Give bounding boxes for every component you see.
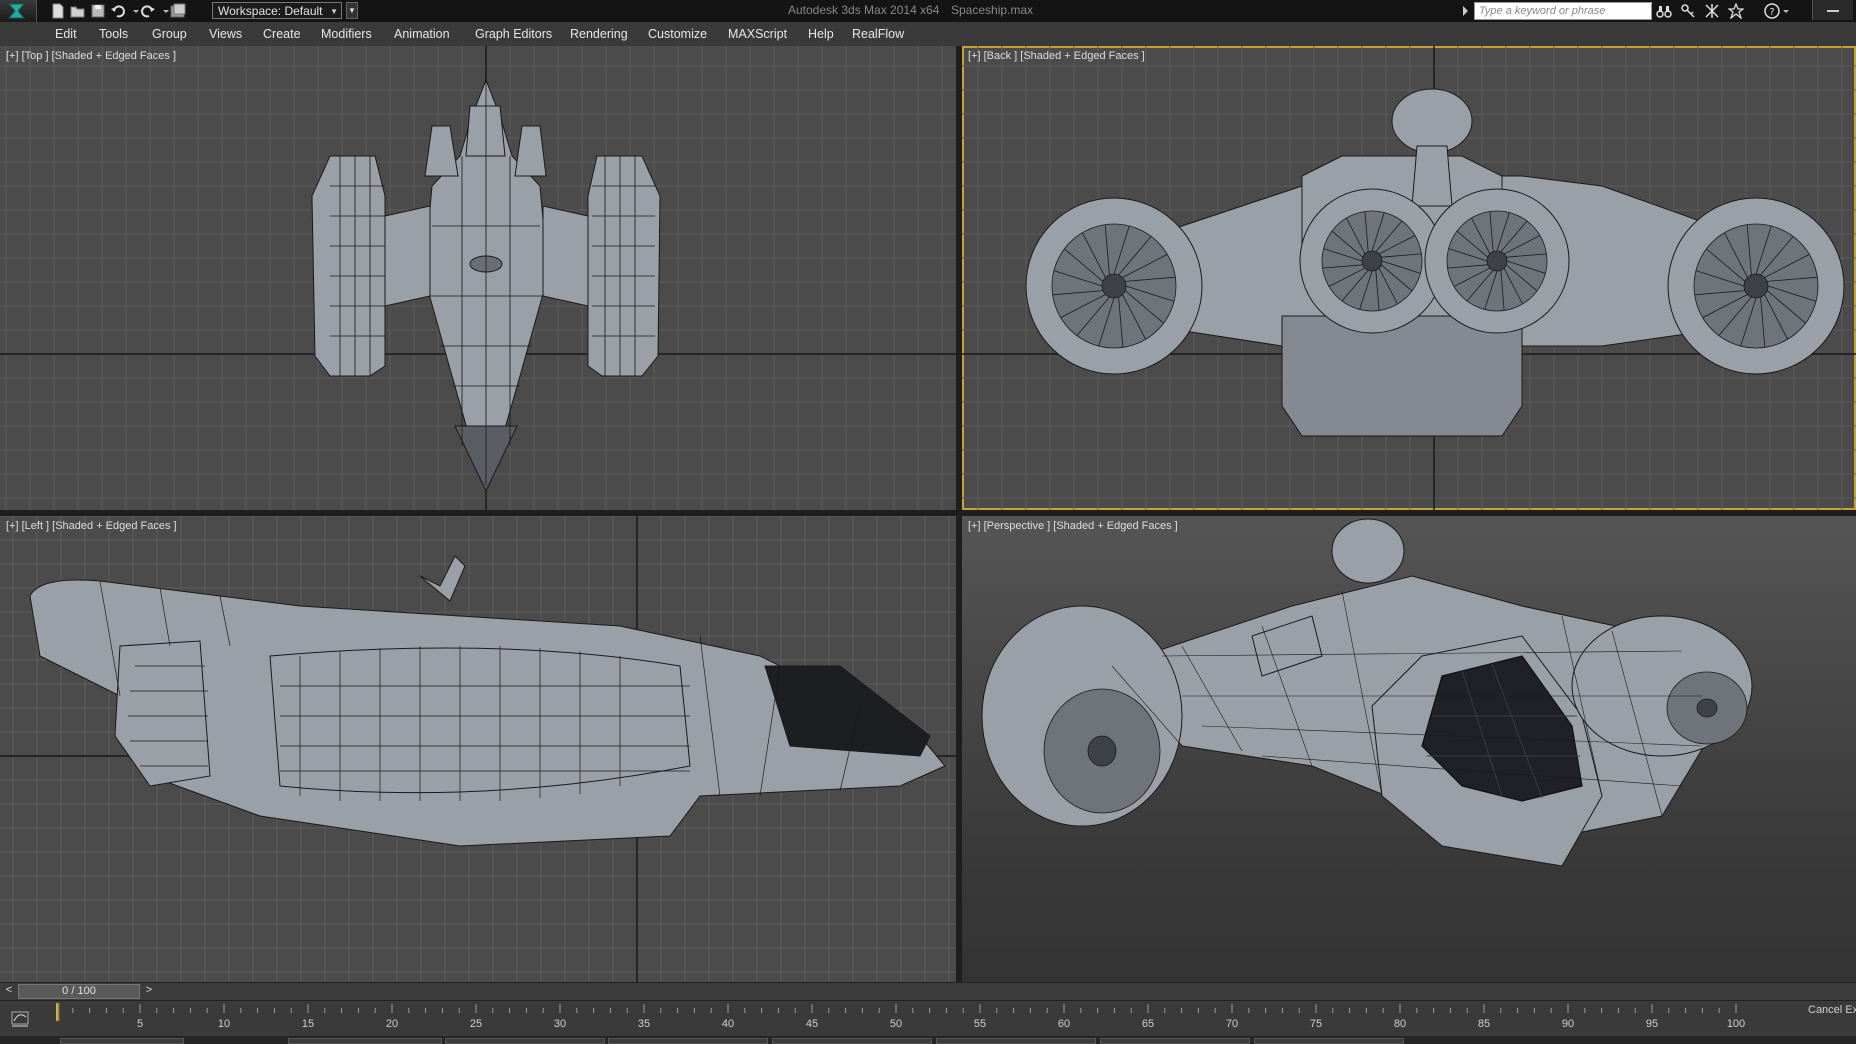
redo-dropdown-icon[interactable] bbox=[158, 3, 169, 19]
ruler-tick-label: 55 bbox=[974, 1018, 986, 1030]
workspace-separator bbox=[194, 3, 208, 19]
time-slider-prev-button[interactable]: < bbox=[2, 984, 16, 999]
star-icon[interactable] bbox=[1727, 2, 1745, 20]
time-slider[interactable]: < 0 / 100 > bbox=[0, 982, 1856, 1001]
viewport-perspective[interactable]: [+] [Perspective ] [Shaded + Edged Faces… bbox=[962, 516, 1856, 982]
menu-maxscript[interactable]: MAXScript bbox=[728, 27, 787, 41]
status-segment bbox=[1254, 1038, 1404, 1044]
ruler-tick-label: 85 bbox=[1478, 1018, 1490, 1030]
ruler-tick-label: 90 bbox=[1562, 1018, 1574, 1030]
frame-ruler[interactable]: 5 10 15 20 25 30 35 40 45 50 55 60 65 70 75 80 85 90 95 100 bbox=[56, 1001, 1752, 1037]
spaceship-model-top[interactable] bbox=[0, 46, 956, 510]
viewport-left[interactable]: [+] [Left ] [Shaded + Edged Faces ] bbox=[0, 516, 956, 982]
menu-customize[interactable]: Customize bbox=[648, 27, 707, 41]
ruler-tick-label: 70 bbox=[1226, 1018, 1238, 1030]
quick-access-customize-button[interactable]: ▼ bbox=[346, 2, 358, 19]
time-slider-thumb[interactable]: 0 / 100 bbox=[18, 984, 140, 999]
communication-icon[interactable] bbox=[1704, 3, 1720, 19]
save-icon[interactable] bbox=[90, 3, 106, 19]
ruler-tick-label: 45 bbox=[806, 1018, 818, 1030]
help-dropdown-icon[interactable] bbox=[1782, 3, 1790, 19]
status-segment bbox=[772, 1038, 932, 1044]
workspace-dropdown[interactable]: Workspace: Default ▼ bbox=[212, 2, 342, 19]
ruler-tick-label: 10 bbox=[218, 1018, 230, 1030]
menu-animation[interactable]: Animation bbox=[394, 27, 450, 41]
spaceship-model-left[interactable] bbox=[0, 516, 956, 982]
application-menu-button[interactable] bbox=[0, 0, 37, 22]
status-segment bbox=[1100, 1038, 1250, 1044]
undo-icon[interactable] bbox=[110, 3, 126, 19]
menu-help[interactable]: Help bbox=[808, 27, 834, 41]
status-segment bbox=[936, 1038, 1096, 1044]
viewport-label-left[interactable]: [+] [Left ] [Shaded + Edged Faces ] bbox=[6, 520, 177, 532]
ruler-tick-label: 95 bbox=[1646, 1018, 1658, 1030]
ruler-tick-label: 30 bbox=[554, 1018, 566, 1030]
menu-rendering[interactable]: Rendering bbox=[570, 27, 628, 41]
viewport-back[interactable]: [+] [Back ] [Shaded + Edged Faces ] bbox=[962, 46, 1856, 510]
menu-bar: Edit Tools Group Views Create Modifiers … bbox=[0, 22, 1856, 47]
menu-modifiers[interactable]: Modifiers bbox=[321, 27, 372, 41]
title-bar: Workspace: Default ▼ ▼ Autodesk 3ds Max … bbox=[0, 0, 1856, 23]
ruler-tick-label: 40 bbox=[722, 1018, 734, 1030]
viewport-area: [+] [Top ] [Shaded + Edged Faces ] [+] [… bbox=[0, 46, 1856, 982]
status-segment bbox=[60, 1038, 184, 1044]
redo-icon[interactable] bbox=[140, 3, 156, 19]
status-bar bbox=[0, 1036, 1856, 1044]
search-input[interactable]: Type a keyword or phrase bbox=[1474, 2, 1652, 20]
file-name: Spaceship.max bbox=[951, 3, 1034, 17]
workspace-dropdown-value: Workspace: Default bbox=[218, 4, 323, 18]
minimize-button[interactable] bbox=[1812, 0, 1853, 20]
app-title: Autodesk 3ds Max 2014 x64 bbox=[788, 3, 940, 17]
ruler-tick-label: 100 bbox=[1727, 1018, 1745, 1030]
current-frame-marker[interactable] bbox=[56, 1002, 60, 1022]
undo-dropdown-icon[interactable] bbox=[128, 3, 139, 19]
ruler-tick-label: 15 bbox=[302, 1018, 314, 1030]
new-file-icon[interactable] bbox=[50, 3, 66, 19]
ruler-tick-label: 35 bbox=[638, 1018, 650, 1030]
menu-views[interactable]: Views bbox=[209, 27, 242, 41]
svg-text:?: ? bbox=[1769, 7, 1774, 18]
3ds-max-logo-icon bbox=[7, 3, 26, 19]
menu-graph-editors[interactable]: Graph Editors bbox=[475, 27, 552, 41]
menu-tools[interactable]: Tools bbox=[99, 27, 128, 41]
spaceship-model-perspective[interactable] bbox=[962, 516, 1856, 982]
status-segment bbox=[608, 1038, 768, 1044]
cancel-expert-mode-button[interactable]: Cancel Ex bbox=[1808, 1004, 1856, 1016]
binoculars-icon[interactable] bbox=[1656, 3, 1672, 19]
ruler-tick-label: 75 bbox=[1310, 1018, 1322, 1030]
ruler-tick-label: 60 bbox=[1058, 1018, 1070, 1030]
ruler-tick-label: 5 bbox=[137, 1018, 143, 1030]
menu-realflow[interactable]: RealFlow bbox=[852, 27, 904, 41]
ruler-tick-label: 80 bbox=[1394, 1018, 1406, 1030]
ruler-tick-label: 25 bbox=[470, 1018, 482, 1030]
ruler-tick-label: 50 bbox=[890, 1018, 902, 1030]
project-folder-icon[interactable] bbox=[170, 3, 186, 19]
viewport-label-back[interactable]: [+] [Back ] [Shaded + Edged Faces ] bbox=[968, 50, 1145, 62]
status-segment bbox=[288, 1038, 442, 1044]
mini-curve-editor-icon[interactable] bbox=[10, 1009, 32, 1029]
help-icon[interactable]: ? bbox=[1764, 3, 1780, 19]
viewport-top[interactable]: [+] [Top ] [Shaded + Edged Faces ] bbox=[0, 46, 956, 510]
ruler-tick-label: 65 bbox=[1142, 1018, 1154, 1030]
viewport-label-perspective[interactable]: [+] [Perspective ] [Shaded + Edged Faces… bbox=[968, 520, 1178, 532]
spaceship-model-back[interactable] bbox=[962, 46, 1856, 510]
chevron-down-icon: ▼ bbox=[330, 7, 338, 16]
open-file-icon[interactable] bbox=[70, 3, 86, 19]
key-icon[interactable] bbox=[1680, 3, 1696, 19]
menu-edit[interactable]: Edit bbox=[55, 27, 77, 41]
ruler-tick-label: 20 bbox=[386, 1018, 398, 1030]
status-segment bbox=[445, 1038, 605, 1044]
search-expand-icon[interactable] bbox=[1463, 6, 1468, 16]
time-slider-next-button[interactable]: > bbox=[142, 984, 156, 999]
viewport-label-top[interactable]: [+] [Top ] [Shaded + Edged Faces ] bbox=[6, 50, 176, 62]
track-bar[interactable]: 5 10 15 20 25 30 35 40 45 50 55 60 65 70 75 80 85 90 95 100 bbox=[0, 1000, 1856, 1037]
menu-create[interactable]: Create bbox=[263, 27, 301, 41]
menu-group[interactable]: Group bbox=[152, 27, 187, 41]
